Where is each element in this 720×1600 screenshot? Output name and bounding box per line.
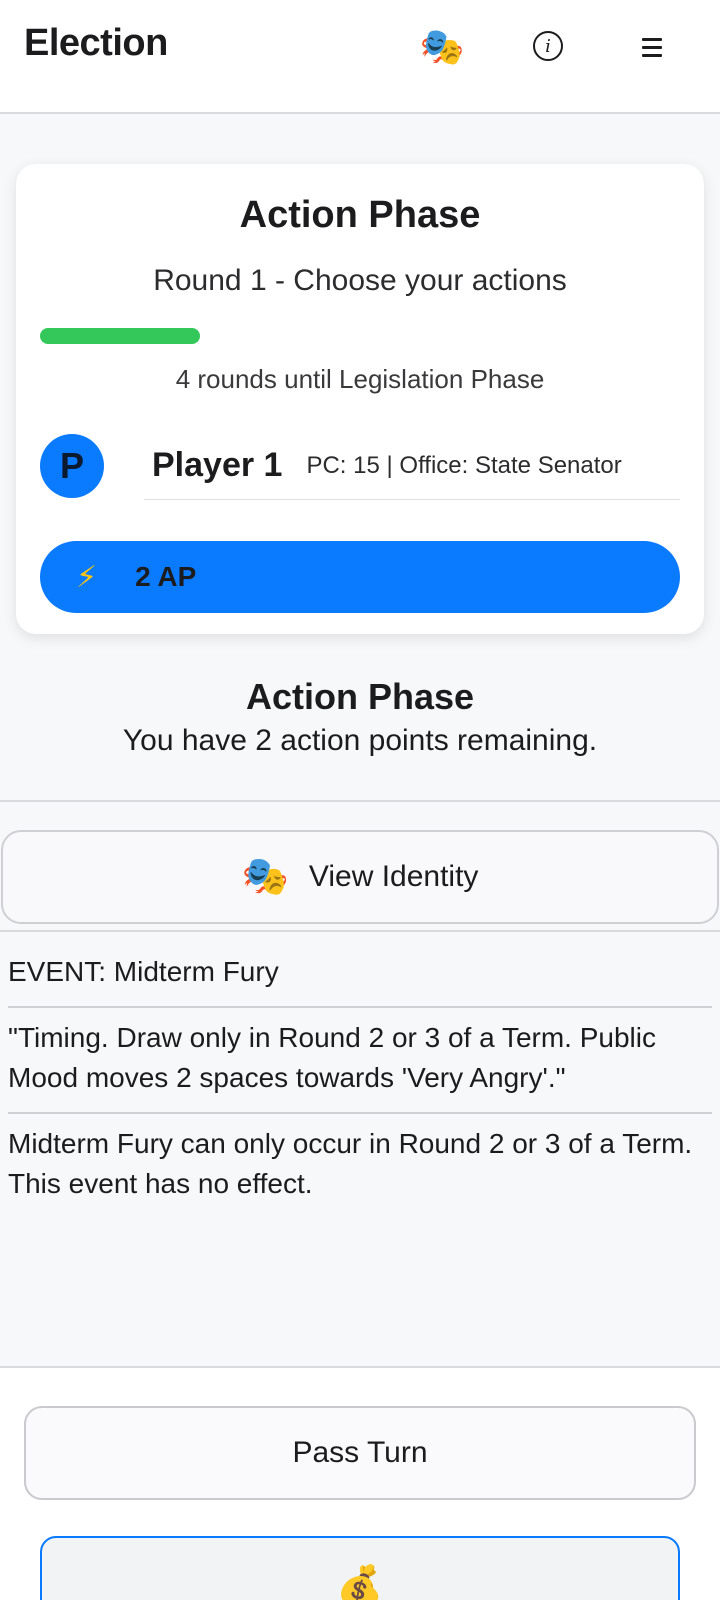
- bottom-action-panel: Pass Turn 💰: [0, 1366, 720, 1600]
- lightning-icon: ⚡: [76, 560, 98, 594]
- player-stats: PC: 15 | Office: State Senator: [306, 451, 622, 479]
- app-header: Election 🎭 i: [0, 0, 720, 114]
- app-title: Election: [24, 22, 168, 64]
- section-title: Action Phase: [245, 676, 475, 717]
- phase-card: Action Phase Round 1 - Choose your actio…: [16, 164, 704, 634]
- menu-icon[interactable]: [636, 26, 668, 68]
- action-points-bar[interactable]: ⚡ 2 AP: [40, 541, 680, 613]
- player-name: Player 1: [152, 446, 283, 484]
- money-bag-icon: 💰: [336, 1565, 384, 1600]
- event-quote: "Timing. Draw only in Round 2 or 3 of a …: [8, 1018, 712, 1098]
- theater-masks-icon[interactable]: 🎭: [420, 26, 465, 68]
- theater-masks-icon: 🎭: [241, 856, 289, 898]
- event-result: Midterm Fury can only occur in Round 2 o…: [8, 1124, 712, 1204]
- action-points-label: 2 AP: [135, 561, 197, 592]
- player-info-row: Player 1 PC: 15 | Office: State Senator: [144, 432, 680, 500]
- event-quote-text: "Timing. Draw only in Round 2 or 3 of a …: [8, 1022, 656, 1093]
- event-separator: [8, 1112, 712, 1114]
- avatar: P: [40, 434, 104, 498]
- phase-title: Action Phase: [239, 194, 481, 236]
- section-description: You have 2 action points remaining.: [122, 724, 598, 757]
- event-heading-text: EVENT: Midterm Fury: [8, 956, 279, 987]
- money-action-card[interactable]: 💰: [40, 1536, 680, 1600]
- pass-turn-button[interactable]: Pass Turn: [24, 1406, 696, 1500]
- view-identity-button[interactable]: 🎭 View Identity: [1, 830, 719, 924]
- round-subtitle: Round 1 - Choose your actions: [153, 264, 567, 297]
- event-separator: [8, 1006, 712, 1008]
- divider: [0, 930, 720, 932]
- phase-progress-fill: [40, 328, 200, 344]
- rounds-remaining-text: 4 rounds until Legislation Phase: [175, 364, 545, 394]
- divider: [0, 800, 720, 802]
- phase-progress-bar: [40, 328, 680, 344]
- event-heading: EVENT: Midterm Fury: [8, 952, 712, 992]
- event-result-text: Midterm Fury can only occur in Round 2 o…: [8, 1128, 693, 1199]
- info-icon[interactable]: i: [533, 31, 563, 61]
- view-identity-label: View Identity: [308, 860, 479, 893]
